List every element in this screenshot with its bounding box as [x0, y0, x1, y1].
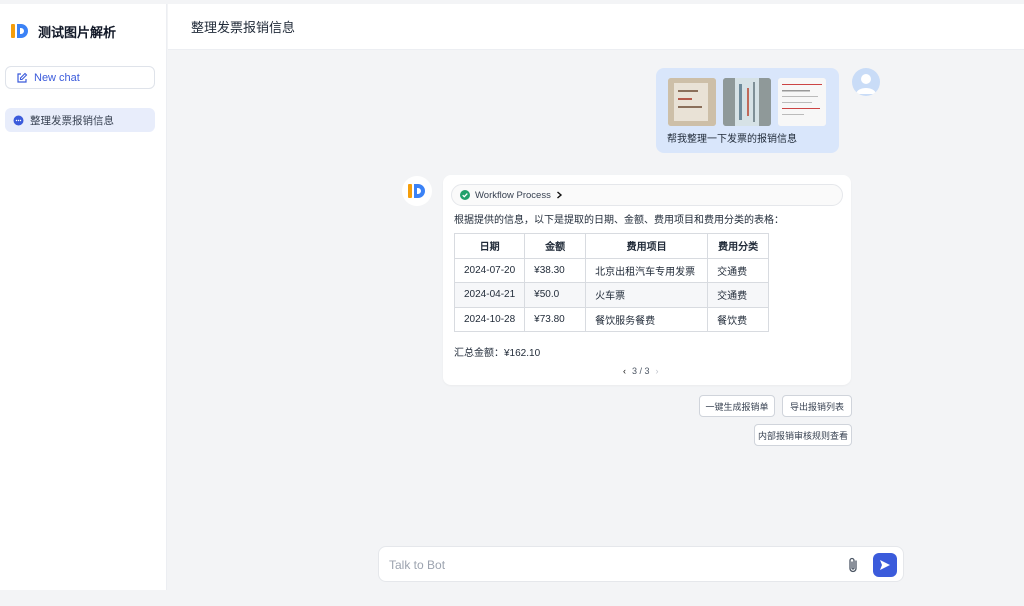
app-title: 测试图片解析	[38, 24, 117, 40]
pager-prev-button[interactable]: ‹	[623, 366, 626, 376]
chevron-right-icon	[556, 191, 562, 199]
page-title: 整理发票报销信息	[191, 20, 296, 35]
attachment-thumbnail[interactable]	[723, 78, 771, 126]
export-list-button[interactable]: 导出报销列表	[782, 395, 852, 417]
attachment-thumbnail[interactable]	[668, 78, 716, 126]
user-avatar	[852, 68, 880, 96]
check-circle-icon	[460, 190, 470, 200]
sidebar: 测试图片解析 New chat 整理发票报销信息	[0, 4, 167, 590]
workflow-label: Workflow Process	[475, 189, 551, 201]
send-icon	[880, 560, 890, 570]
pager-count: 3 / 3	[632, 366, 650, 376]
table-row: 2024-10-28 ¥73.80 餐饮服务餐费 餐饮费	[453, 306, 770, 332]
conversation-label: 整理发票报销信息	[30, 114, 114, 127]
chat-bubble-icon	[13, 115, 24, 125]
table-cell: 2024-07-20	[453, 257, 526, 283]
table-row: 2024-07-20 ¥38.30 北京出租汽车专用发票 交通费	[453, 257, 770, 283]
paperclip-icon[interactable]	[845, 556, 861, 574]
invoice-table: 日期 金额 费用项目 费用分类 2024-07-20 ¥38.30 北京出租汽车…	[453, 233, 770, 332]
total-amount-text: 汇总金额：¥162.10	[454, 348, 541, 359]
ticket-image-icon	[723, 78, 771, 126]
view-rules-button[interactable]: 内部报销审核规则查看	[754, 424, 852, 446]
table-cell: 交通费	[707, 282, 770, 308]
column-header: 日期	[453, 233, 526, 259]
table-cell: 餐饮费	[707, 306, 770, 332]
attachment-thumbnail[interactable]	[778, 78, 826, 126]
new-chat-button[interactable]: New chat	[5, 66, 155, 89]
bot-message-card: Workflow Process 根据提供的信息，以下是提取的日期、金额、费用项…	[443, 175, 851, 385]
user-message-bubble: 帮我整理一下发票的报销信息	[656, 68, 839, 153]
generate-report-button[interactable]: 一键生成报销单	[699, 395, 775, 417]
new-chat-label: New chat	[34, 71, 80, 84]
table-cell: 餐饮服务餐费	[585, 306, 709, 332]
user-icon	[856, 74, 876, 94]
brand: 测试图片解析	[10, 20, 116, 42]
table-cell: ¥38.30	[524, 257, 587, 283]
receipt-image-icon	[668, 78, 716, 126]
response-pager: ‹ 3 / 3 ›	[623, 366, 659, 376]
chat-header: 整理发票报销信息	[168, 4, 1024, 50]
table-cell: 2024-04-21	[453, 282, 526, 308]
edit-icon	[17, 72, 28, 83]
column-header: 费用项目	[585, 233, 709, 259]
table-cell: ¥50.0	[524, 282, 587, 308]
table-cell: 2024-10-28	[453, 306, 526, 332]
column-header: 费用分类	[707, 233, 770, 259]
invoice-image-icon	[778, 78, 826, 126]
column-header: 金额	[524, 233, 587, 259]
table-row: 2024-04-21 ¥50.0 火车票 交通费	[453, 282, 770, 308]
pager-next-button[interactable]: ›	[656, 366, 659, 376]
sidebar-item-conversation[interactable]: 整理发票报销信息	[5, 108, 155, 132]
table-cell: 火车票	[585, 282, 709, 308]
app-logo-icon	[11, 24, 28, 38]
bot-avatar	[402, 176, 432, 206]
bot-logo-icon	[408, 184, 425, 198]
message-input[interactable]	[389, 555, 829, 575]
bot-intro-text: 根据提供的信息，以下是提取的日期、金额、费用项目和费用分类的表格：	[454, 215, 784, 226]
user-message-text: 帮我整理一下发票的报销信息	[667, 134, 797, 145]
table-header-row: 日期 金额 费用项目 费用分类	[453, 233, 770, 259]
send-button[interactable]	[873, 553, 897, 577]
workflow-process-toggle[interactable]: Workflow Process	[451, 184, 843, 206]
table-cell: 北京出租汽车专用发票	[585, 257, 709, 283]
table-cell: ¥73.80	[524, 306, 587, 332]
table-cell: 交通费	[707, 257, 770, 283]
message-composer	[378, 546, 904, 582]
